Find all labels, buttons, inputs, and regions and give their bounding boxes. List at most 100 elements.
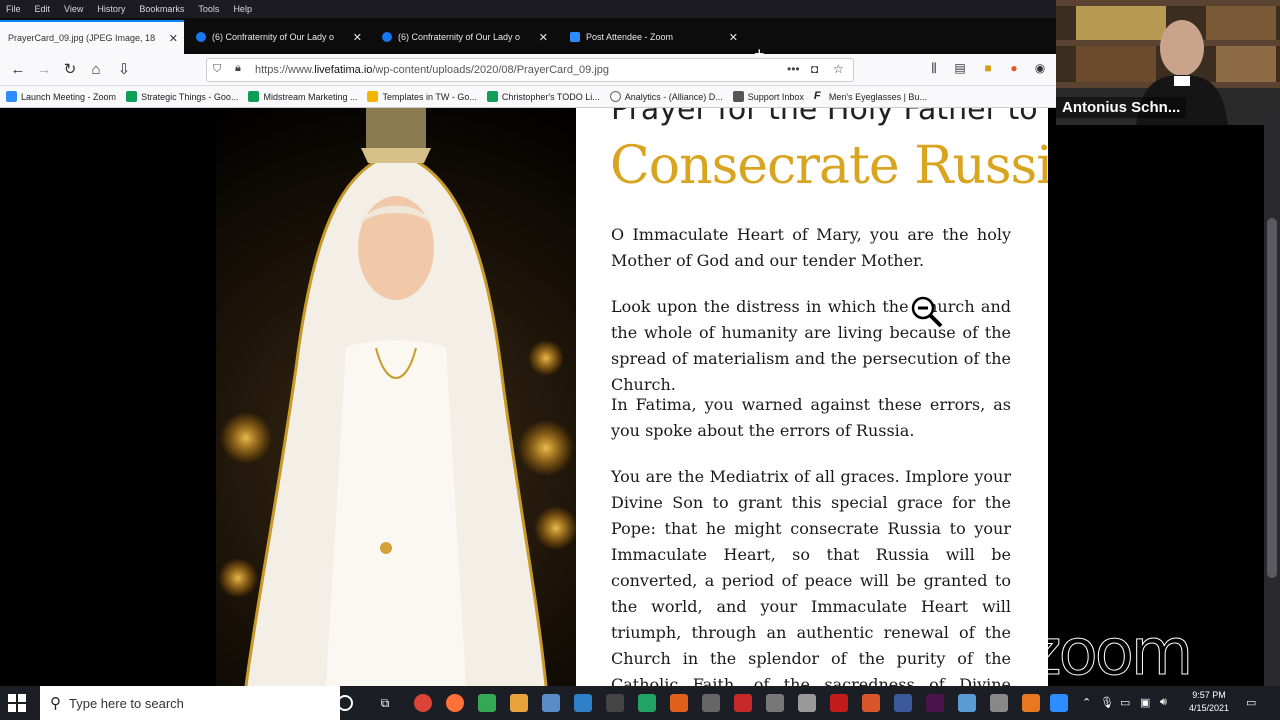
url-bar[interactable]: ⛉ 🔒︎ https://www.livefatima.io/wp-conten… — [206, 58, 854, 82]
menu-view[interactable]: View — [64, 4, 83, 14]
excel-icon[interactable] — [638, 694, 656, 712]
menu-edit[interactable]: Edit — [35, 4, 51, 14]
prayer-card: Prayer for the Holy Father to Consecrate… — [576, 108, 1048, 686]
reload-icon[interactable]: ↻ — [60, 60, 80, 80]
forward-icon[interactable]: → — [34, 60, 54, 80]
menu-bookmarks[interactable]: Bookmarks — [139, 4, 184, 14]
scrollbar[interactable] — [1264, 108, 1280, 686]
search-icon: ⚲ — [50, 695, 61, 712]
menu-file[interactable]: File — [6, 4, 21, 14]
close-icon[interactable]: ✕ — [729, 31, 738, 44]
bookmark-templates[interactable]: Templates in TW - Go... — [367, 91, 477, 102]
bookmark-launch-meeting[interactable]: Launch Meeting - Zoom — [6, 91, 116, 102]
cortana-icon[interactable] — [337, 695, 353, 711]
home-icon[interactable]: ⌂ — [86, 60, 106, 80]
app-icon-amber[interactable] — [1022, 694, 1040, 712]
tab-label: (6) Confraternity of Our Lady o — [212, 32, 335, 42]
back-icon[interactable]: ← — [8, 60, 28, 80]
tab-label: (6) Confraternity of Our Lady o — [398, 32, 521, 42]
sheets-icon — [486, 91, 498, 102]
bookmark-label: Templates in TW - Go... — [382, 91, 477, 102]
tab-confraternity-1[interactable]: (6) Confraternity of Our Lady o ✕ — [188, 22, 368, 52]
close-icon[interactable]: ✕ — [169, 32, 178, 45]
bookmark-analytics[interactable]: Analytics - (Alliance) D... — [609, 91, 723, 102]
tab-prayer-card[interactable]: PrayerCard_09.jpg (JPEG Image, 18 ✕ — [0, 20, 184, 54]
save-page-icon[interactable]: ⇩ — [114, 60, 134, 80]
chat-icon[interactable] — [894, 694, 912, 712]
app-icon-red[interactable] — [734, 694, 752, 712]
madonna-statue-image — [216, 108, 576, 686]
volume-icon[interactable]: 🔊︎ — [1160, 696, 1167, 709]
page-actions-icon[interactable]: ••• — [787, 62, 800, 76]
network-tray-icon[interactable]: ▭ — [1120, 696, 1130, 709]
taskbar-search-box[interactable]: ⚲ Type here to search — [40, 686, 340, 720]
bookmark-eyeglasses[interactable]: F Men's Eyeglasses | Bu... — [814, 91, 927, 102]
menu-history[interactable]: History — [97, 4, 125, 14]
bookmark-support-inbox[interactable]: Support Inbox — [732, 91, 804, 102]
library-icon[interactable]: ⫼ — [926, 60, 942, 76]
zoom-logo: zoom — [1027, 616, 1193, 691]
zoom-taskbar-icon[interactable] — [1050, 694, 1068, 712]
display-tray-icon[interactable]: ▣ — [1140, 696, 1150, 709]
card-title-line1: Prayer for the Holy Father to — [611, 108, 1038, 127]
tab-strip: PrayerCard_09.jpg (JPEG Image, 18 ✕ (6) … — [0, 18, 1056, 64]
close-icon[interactable]: ✕ — [539, 31, 548, 44]
clock-time: 9:57 PM — [1192, 690, 1226, 700]
shield-icon[interactable]: ⛉ — [213, 63, 221, 76]
camera-icon[interactable] — [766, 694, 784, 712]
brand-f-icon: F — [813, 90, 821, 102]
lock-icon[interactable]: 🔒︎ — [235, 62, 241, 75]
zoom-panel — [1056, 125, 1264, 686]
app-icon-doc[interactable] — [574, 694, 592, 712]
zoom-out-cursor-icon — [911, 296, 943, 328]
chrome-icon[interactable] — [414, 694, 432, 712]
sidebar-icon[interactable]: ▤ — [952, 60, 968, 76]
scrollbar-thumb[interactable] — [1267, 218, 1277, 578]
app-icon-blue[interactable] — [542, 694, 560, 712]
bookmark-label: Midstream Marketing ... — [263, 91, 358, 102]
account-icon[interactable]: ◉ — [1032, 60, 1048, 76]
bookmark-strategic-things[interactable]: Strategic Things - Goo... — [126, 91, 238, 102]
menu-help[interactable]: Help — [233, 4, 252, 14]
url-text[interactable]: https://www.livefatima.io/wp-content/upl… — [255, 64, 609, 76]
inbox-icon — [732, 91, 744, 102]
acrobat-icon[interactable] — [830, 694, 848, 712]
app-icon-grid[interactable] — [798, 694, 816, 712]
pocket-icon[interactable]: ◘ — [811, 62, 818, 76]
app-icon-light-blue[interactable] — [958, 694, 976, 712]
microphone-icon[interactable]: 🎙︎ — [1100, 696, 1114, 709]
bookmark-midstream[interactable]: Midstream Marketing ... — [248, 91, 357, 102]
firefox-icon[interactable] — [446, 694, 464, 712]
participant-name-label: Antonius Schn... — [1056, 97, 1187, 118]
calculator-icon[interactable] — [606, 694, 624, 712]
slides-icon — [367, 91, 379, 102]
app-icon-device[interactable] — [990, 694, 1008, 712]
menu-tools[interactable]: Tools — [198, 4, 219, 14]
bookmark-star-icon[interactable]: ☆ — [833, 62, 844, 76]
prayer-paragraph-1: O Immaculate Heart of Mary, you are the … — [611, 225, 1011, 270]
navigation-toolbar: ← → ↻ ⌂ ⇩ ⛉ 🔒︎ https://www.livefatima.io… — [0, 54, 1056, 86]
tray-chevron-icon[interactable]: ⌃ — [1082, 696, 1091, 709]
color-extension-icon[interactable]: ● — [1006, 60, 1022, 76]
extension-icon[interactable]: ■ — [980, 60, 996, 76]
bookmark-label: Support Inbox — [747, 91, 804, 102]
windows-start-icon[interactable] — [8, 694, 26, 712]
system-clock[interactable]: 9:57 PM 4/15/2021 — [1178, 689, 1240, 715]
close-icon[interactable]: ✕ — [353, 31, 362, 44]
app-icon-green[interactable] — [478, 694, 496, 712]
prayer-paragraph-2: Look upon the distress in which the Chur… — [611, 297, 1011, 394]
powerpoint-icon[interactable] — [862, 694, 880, 712]
tab-label: Post Attendee - Zoom — [586, 32, 674, 42]
task-view-icon[interactable]: ⧉ — [376, 694, 394, 712]
tab-confraternity-2[interactable]: (6) Confraternity of Our Lady o ✕ — [374, 22, 554, 52]
tab-zoom[interactable]: Post Attendee - Zoom ✕ — [562, 22, 744, 52]
bookmarks-toolbar: Launch Meeting - Zoom Strategic Things -… — [0, 86, 1056, 108]
notification-icon[interactable]: ▭ — [1246, 696, 1256, 709]
app-icon-orange[interactable] — [670, 694, 688, 712]
app-icon-gray[interactable] — [702, 694, 720, 712]
search-placeholder: Type here to search — [69, 695, 184, 711]
prayer-paragraph-4: You are the Mediatrix of all graces. Imp… — [611, 467, 1011, 686]
bookmark-todo[interactable]: Christopher's TODO Li... — [486, 91, 600, 102]
slack-icon[interactable] — [926, 694, 944, 712]
file-explorer-icon[interactable] — [510, 694, 528, 712]
